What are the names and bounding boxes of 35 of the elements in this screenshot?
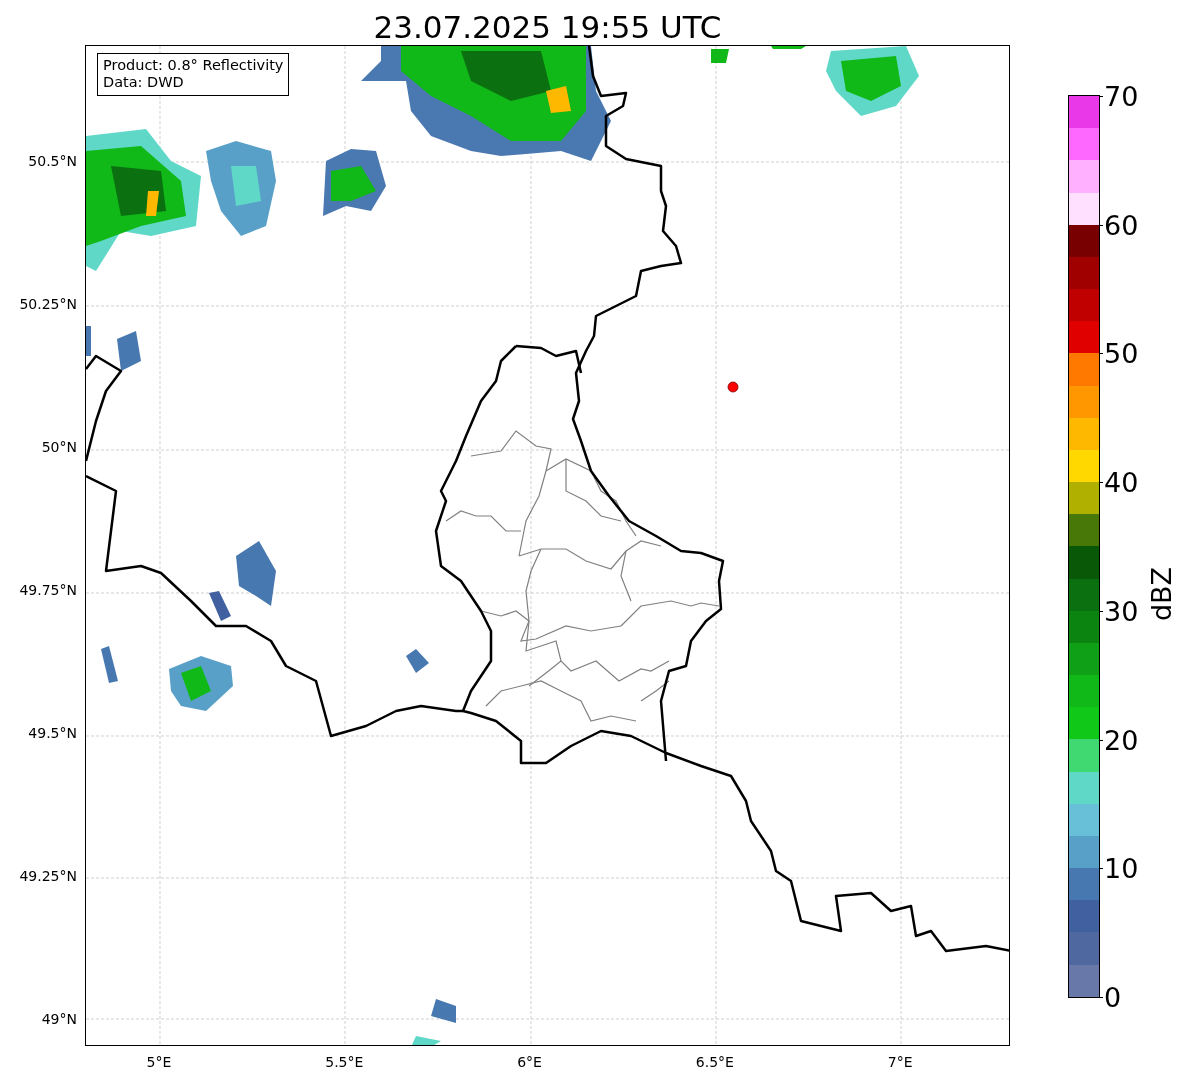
y-tick-label: 49°N [41, 1009, 77, 1029]
y-tick-label: 49.75°N [19, 580, 77, 600]
colorbar-tick-label: 70 [1104, 82, 1139, 110]
colorbar-tick-label: 20 [1104, 726, 1139, 754]
y-tick-label: 50.5°N [28, 151, 77, 171]
radar-echo [209, 591, 231, 621]
colorbar-tick-label: 0 [1104, 983, 1122, 1011]
radar-echo [101, 646, 118, 683]
info-text: Product: 0.8° Reflectivity [103, 57, 284, 75]
radar-echo [406, 649, 429, 673]
x-tick-label: 7°E [887, 1053, 913, 1072]
y-tick-label: 49.5°N [28, 723, 77, 743]
radar-echo [86, 326, 91, 356]
info-text: Data: DWD [103, 74, 185, 92]
radar-echo [711, 49, 729, 63]
colorbar-tick-label: 40 [1104, 468, 1139, 496]
x-tick-label: 6.5°E [695, 1053, 734, 1072]
colorbar-label: dBZ [1144, 566, 1178, 622]
colorbar-tick-label: 30 [1104, 597, 1139, 625]
radar-echo [771, 46, 806, 49]
x-tick-label: 5.5°E [325, 1053, 364, 1072]
colorbar-tick-label: 10 [1104, 854, 1139, 882]
radar-echo [236, 541, 276, 606]
radar-echo [169, 656, 233, 711]
location-marker [727, 381, 739, 393]
radar-echo [411, 999, 456, 1045]
y-tick-label: 50°N [41, 437, 77, 457]
y-tick-label: 49.25°N [19, 866, 77, 886]
y-tick-label: 50.25°N [19, 294, 77, 314]
colorbar-tick-label: 60 [1104, 211, 1139, 239]
chart-title: 23.07.2025 19:55 UTC [372, 12, 723, 43]
x-tick-label: 6°E [517, 1053, 542, 1072]
radar-echo [117, 331, 141, 371]
colorbar-tick-label: 50 [1104, 339, 1139, 367]
x-tick-label: 5°E [146, 1053, 172, 1072]
